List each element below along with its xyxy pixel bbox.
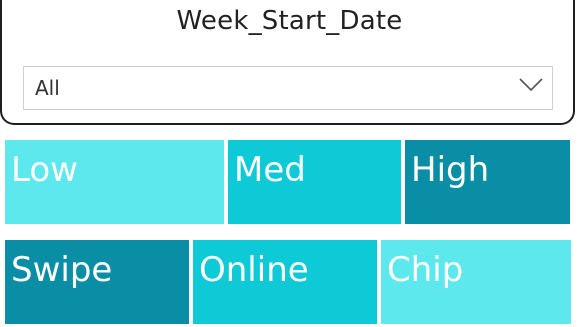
tile-high[interactable]: High [405, 140, 570, 224]
tile-low[interactable]: Low [5, 140, 224, 224]
tile-med[interactable]: Med [228, 140, 401, 224]
tile-high-label: High [411, 150, 490, 190]
week-start-date-dropdown[interactable]: All [23, 66, 553, 110]
tile-chip[interactable]: Chip [381, 240, 571, 324]
tile-swipe[interactable]: Swipe [5, 240, 189, 324]
tile-online-label: Online [199, 250, 309, 290]
tile-chip-label: Chip [387, 250, 464, 290]
slicer-title: Week_Start_Date [176, 6, 403, 36]
tile-low-label: Low [11, 150, 78, 190]
chevron-down-icon[interactable] [518, 75, 544, 93]
week-start-date-slicer: Week_Start_Date All [0, 0, 575, 125]
dropdown-selected-value: All [35, 76, 60, 100]
tile-swipe-label: Swipe [11, 250, 113, 290]
tile-med-label: Med [234, 150, 306, 190]
tile-online[interactable]: Online [193, 240, 377, 324]
